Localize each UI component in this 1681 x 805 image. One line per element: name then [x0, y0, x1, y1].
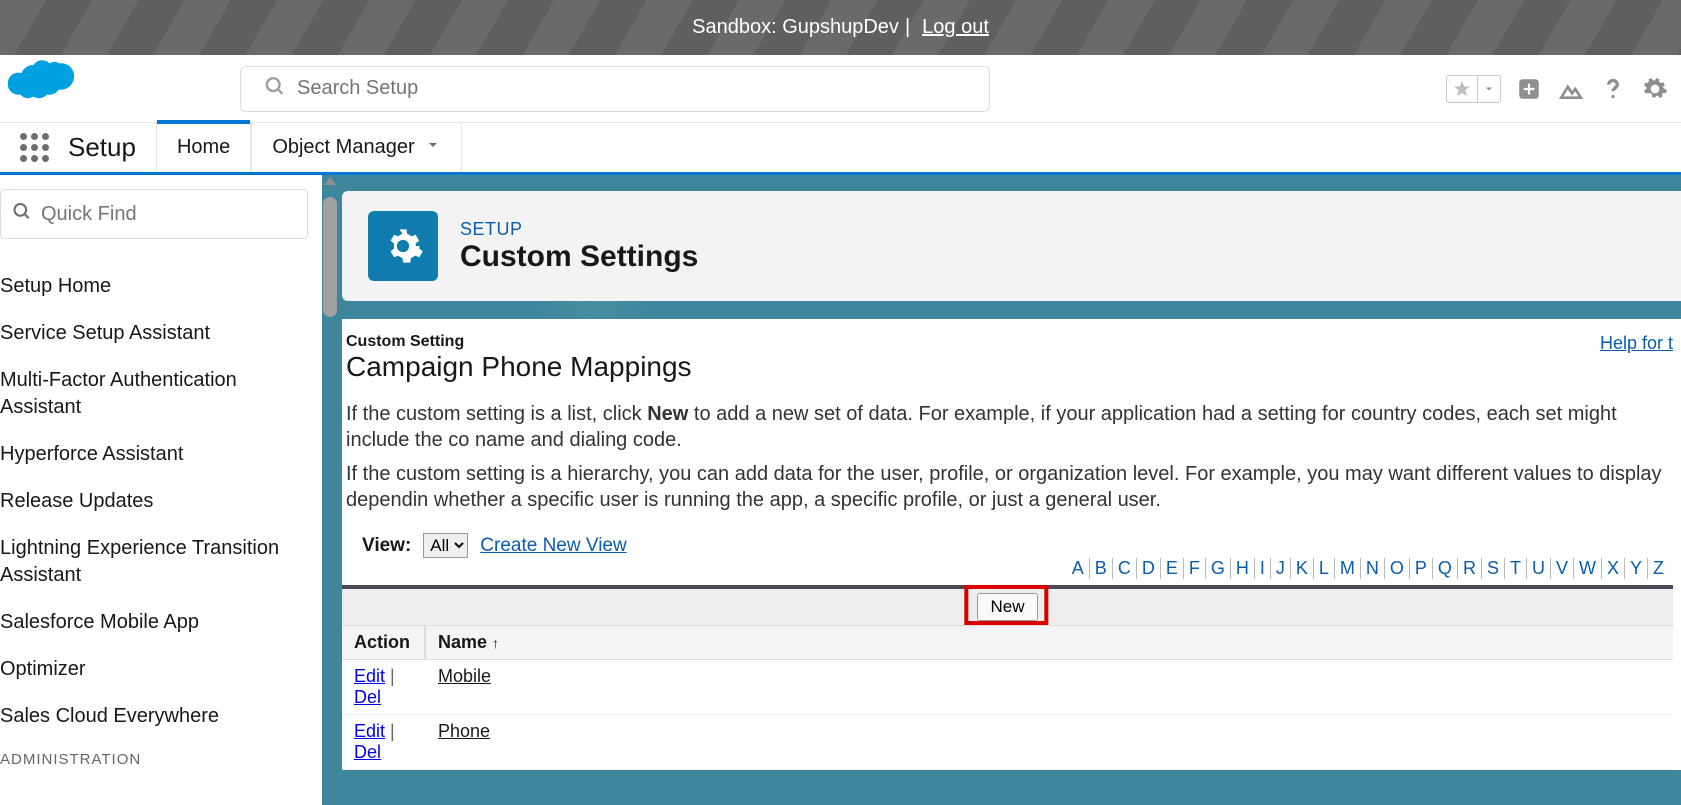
alpha-letter[interactable]: P	[1410, 558, 1433, 579]
alpha-letter[interactable]: E	[1161, 558, 1184, 579]
alpha-letter[interactable]: S	[1482, 558, 1505, 579]
main-content: SETUP Custom Settings Help for t Custom …	[322, 175, 1681, 805]
global-search	[240, 66, 990, 112]
alpha-letter[interactable]: D	[1137, 558, 1161, 579]
scrollbar-thumb[interactable]	[323, 197, 337, 317]
sidebar-item[interactable]: Lightning Experience Transition Assistan…	[0, 525, 322, 599]
sidebar-item[interactable]: Setup Home	[0, 263, 322, 310]
sidebar-item[interactable]: ADMINISTRATION	[0, 740, 322, 780]
global-actions-icon[interactable]	[1515, 75, 1543, 103]
salesforce-logo[interactable]	[0, 51, 78, 108]
search-icon	[12, 202, 32, 227]
alpha-letter[interactable]: C	[1113, 558, 1137, 579]
table-row: Edit | DelMobile	[342, 660, 1673, 715]
alpha-filter: ABCDEFGHIJKLMNOPQRSTUVWXYZ	[342, 558, 1673, 579]
quick-find-input[interactable]	[0, 189, 308, 239]
page-eyebrow: SETUP	[460, 219, 698, 240]
sort-asc-icon: ↑	[492, 635, 499, 651]
alpha-letter[interactable]: I	[1255, 558, 1271, 579]
sandbox-label: Sandbox: GupshupDev	[692, 16, 899, 39]
table-row: Edit | DelPhone	[342, 715, 1673, 770]
alpha-letter[interactable]: Z	[1648, 558, 1669, 579]
sidebar-item[interactable]: Sales Cloud Everywhere	[0, 693, 322, 740]
alpha-letter[interactable]: R	[1458, 558, 1482, 579]
search-icon	[264, 75, 286, 102]
tab-object-manager[interactable]: Object Manager	[251, 123, 461, 172]
app-name: Setup	[68, 132, 136, 163]
help-link[interactable]: Help for t	[1600, 333, 1673, 354]
description-1: If the custom setting is a list, click N…	[342, 401, 1673, 453]
alpha-letter[interactable]: W	[1574, 558, 1602, 579]
setup-gear-icon[interactable]	[1641, 75, 1669, 103]
favorites-menu[interactable]	[1446, 75, 1501, 103]
help-icon[interactable]	[1599, 75, 1627, 103]
delete-link[interactable]: Del	[354, 742, 381, 762]
sidebar-item[interactable]: Hyperforce Assistant	[0, 431, 322, 478]
alpha-letter[interactable]: O	[1385, 558, 1410, 579]
col-action: Action	[342, 626, 426, 659]
alpha-letter[interactable]: H	[1231, 558, 1255, 579]
edit-link[interactable]: Edit	[354, 721, 385, 741]
record-type-label: Custom Setting	[342, 333, 1673, 351]
chevron-down-icon	[1478, 80, 1500, 98]
new-button[interactable]: New	[977, 593, 1037, 621]
detail-panel: Help for t Custom Setting Campaign Phone…	[342, 319, 1681, 770]
app-launcher-icon[interactable]	[14, 128, 54, 168]
alpha-letter[interactable]: Y	[1625, 558, 1648, 579]
trailhead-icon[interactable]	[1557, 75, 1585, 103]
description-2: If the custom setting is a hierarchy, yo…	[342, 461, 1673, 513]
global-header	[0, 55, 1681, 123]
sidebar-item[interactable]: Optimizer	[0, 646, 322, 693]
record-name-link[interactable]: Phone	[438, 721, 490, 741]
scrollbar-up-icon[interactable]	[324, 177, 336, 185]
table-header: Action Name ↑	[342, 626, 1673, 660]
edit-link[interactable]: Edit	[354, 666, 385, 686]
alpha-letter[interactable]: M	[1335, 558, 1361, 579]
alpha-letter[interactable]: J	[1271, 558, 1291, 579]
sidebar-item[interactable]: Multi-Factor Authentication Assistant	[0, 357, 322, 431]
alpha-letter[interactable]: X	[1602, 558, 1625, 579]
page-header: SETUP Custom Settings	[342, 191, 1681, 301]
alpha-letter[interactable]: N	[1361, 558, 1385, 579]
search-input[interactable]	[240, 66, 990, 112]
alpha-letter[interactable]: F	[1184, 558, 1206, 579]
alpha-letter[interactable]: A	[1067, 558, 1090, 579]
view-select[interactable]: All	[423, 533, 468, 558]
header-utilities	[1446, 75, 1669, 103]
record-name-link[interactable]: Mobile	[438, 666, 491, 686]
alpha-letter[interactable]: B	[1090, 558, 1113, 579]
view-label: View:	[362, 535, 411, 557]
sidebar-item[interactable]: Release Updates	[0, 478, 322, 525]
record-title: Campaign Phone Mappings	[342, 351, 1673, 383]
col-name[interactable]: Name ↑	[426, 626, 511, 659]
gear-icon	[368, 211, 438, 281]
tab-home[interactable]: Home	[156, 123, 251, 172]
create-new-view-link[interactable]: Create New View	[480, 535, 626, 557]
records-table: New Action Name ↑ Edit | DelMobileEdit |…	[342, 585, 1673, 770]
page-title: Custom Settings	[460, 240, 698, 274]
delete-link[interactable]: Del	[354, 687, 381, 707]
sandbox-header: Sandbox: GupshupDev | Log out	[0, 0, 1681, 55]
alpha-letter[interactable]: U	[1527, 558, 1551, 579]
alpha-letter[interactable]: G	[1206, 558, 1231, 579]
alpha-letter[interactable]: Q	[1433, 558, 1458, 579]
alpha-letter[interactable]: V	[1551, 558, 1574, 579]
sidebar-item[interactable]: Service Setup Assistant	[0, 310, 322, 357]
sidebar-item[interactable]: Salesforce Mobile App	[0, 599, 322, 646]
setup-sidebar: Setup HomeService Setup AssistantMulti-F…	[0, 175, 322, 805]
alpha-letter[interactable]: L	[1314, 558, 1335, 579]
context-bar: Setup Home Object Manager	[0, 123, 1681, 175]
chevron-down-icon	[425, 136, 441, 159]
alpha-letter[interactable]: T	[1505, 558, 1527, 579]
star-icon	[1447, 76, 1478, 102]
alpha-letter[interactable]: K	[1291, 558, 1314, 579]
logout-link[interactable]: Log out	[922, 16, 989, 39]
